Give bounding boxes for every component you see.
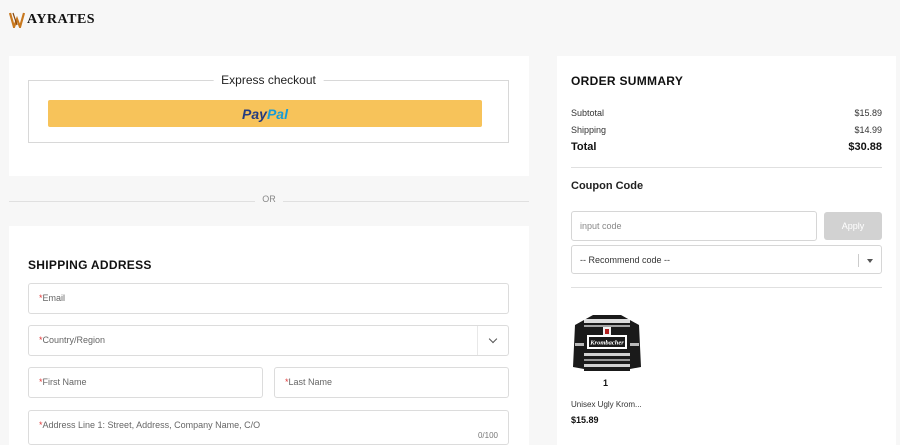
product-name[interactable]: Unisex Ugly Krom...	[571, 400, 642, 409]
shipping-label: Shipping	[571, 125, 607, 135]
shipping-row: Shipping $14.99	[571, 125, 882, 135]
email-label: *Email	[39, 293, 66, 303]
coupon-code-title: Coupon Code	[571, 180, 644, 192]
address-line-1-field[interactable]: *Address Line 1: Street, Address, Compan…	[28, 410, 509, 445]
coupon-code-input[interactable]	[571, 211, 817, 241]
recommend-code-select[interactable]: -- Recommend code --	[571, 245, 882, 274]
country-dropdown-toggle[interactable]	[477, 326, 508, 355]
caret-down-icon	[867, 259, 873, 263]
select-separator	[858, 254, 859, 267]
paypal-button[interactable]: PayPal	[48, 100, 482, 127]
recommend-code-label: -- Recommend code --	[580, 255, 671, 265]
total-row: Total $30.88	[571, 141, 882, 153]
or-divider: OR	[9, 194, 529, 208]
wayrates-logo[interactable]: AYRATES	[9, 11, 95, 29]
subtotal-label: Subtotal	[571, 108, 605, 118]
summary-divider	[571, 167, 882, 168]
product-quantity: 1	[603, 378, 609, 388]
total-value: $30.88	[848, 141, 882, 153]
apply-coupon-button[interactable]: Apply	[824, 212, 882, 240]
page-header: AYRATES	[0, 0, 900, 40]
order-summary-panel: ORDER SUMMARY Subtotal $15.89 Shipping $…	[557, 56, 896, 445]
address-char-counter: 0/100	[477, 431, 498, 440]
last-name-field[interactable]: *Last Name	[274, 367, 509, 398]
country-region-label: *Country/Region	[39, 335, 106, 345]
divider-line-right	[283, 201, 529, 202]
country-region-select[interactable]: *Country/Region	[28, 325, 509, 356]
logo-text: AYRATES	[27, 12, 96, 27]
chevron-down-icon	[488, 334, 498, 344]
divider-line-left	[9, 201, 255, 202]
logo-w-mark-icon	[9, 12, 26, 28]
total-label: Total	[571, 141, 597, 153]
express-checkout-box: Express checkout PayPal	[28, 73, 509, 143]
subtotal-value: $15.89	[854, 108, 882, 118]
email-field[interactable]: *Email	[28, 283, 509, 314]
shipping-value: $14.99	[854, 125, 882, 135]
first-name-label: *First Name	[39, 377, 87, 387]
product-price: $15.89	[571, 415, 599, 425]
last-name-label: *Last Name	[285, 377, 333, 387]
express-checkout-panel: Express checkout PayPal	[9, 56, 529, 176]
product-sweater-image[interactable]: Krombacher	[573, 313, 641, 371]
summary-divider-2	[571, 287, 882, 288]
address-line-1-label: *Address Line 1: Street, Address, Compan…	[39, 420, 261, 430]
subtotal-row: Subtotal $15.89	[571, 108, 882, 118]
express-checkout-title: Express checkout	[213, 73, 324, 87]
shipping-address-title: SHIPPING ADDRESS	[28, 258, 152, 272]
first-name-field[interactable]: *First Name	[28, 367, 263, 398]
product-image-text: Krombacher	[589, 340, 624, 347]
shipping-address-panel: SHIPPING ADDRESS *Email *Country/Region …	[9, 226, 529, 445]
paypal-logo: PayPal	[242, 105, 288, 122]
or-text: OR	[262, 194, 276, 204]
order-summary-title: ORDER SUMMARY	[571, 74, 684, 88]
